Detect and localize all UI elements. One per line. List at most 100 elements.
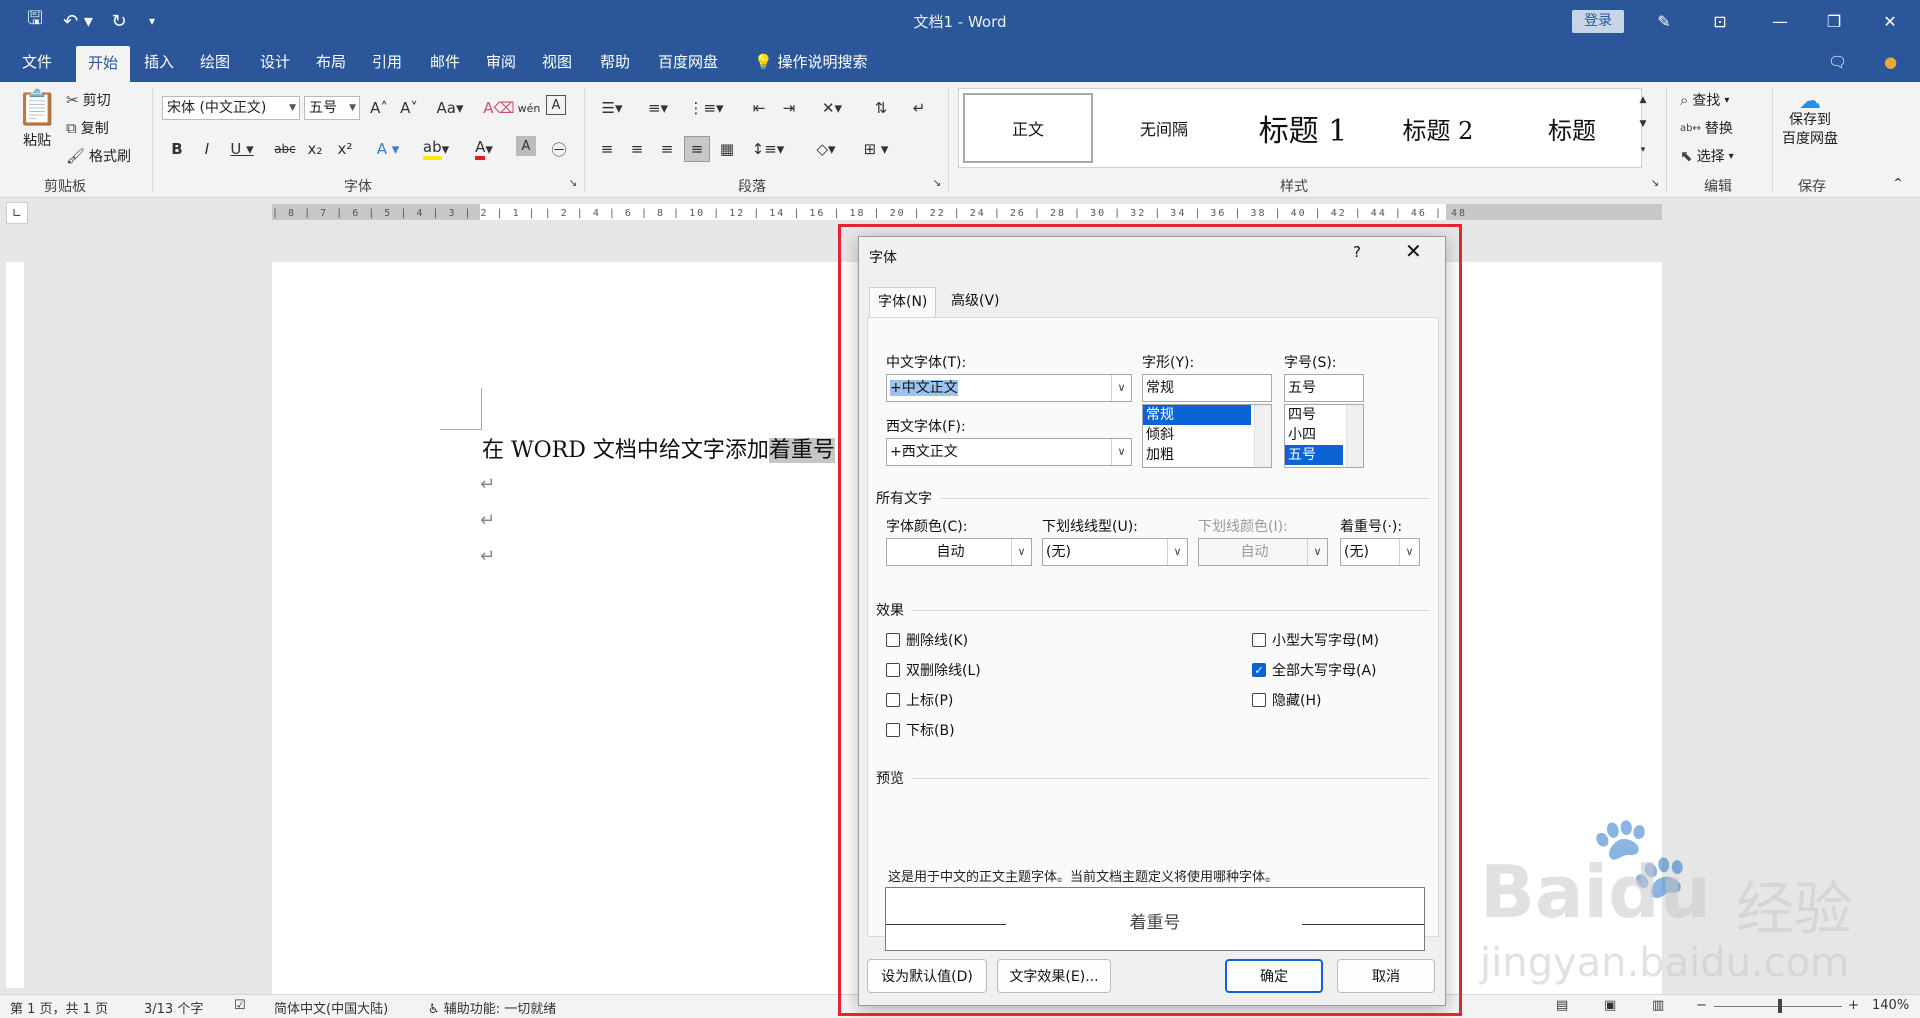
italic-icon[interactable]: I [194, 136, 220, 162]
checkbox-box[interactable] [886, 633, 900, 647]
print-layout-icon[interactable]: ▣ [1604, 998, 1616, 1013]
notification-dot-icon[interactable]: ● [1872, 42, 1909, 82]
font-style-option[interactable]: 倾斜 [1143, 425, 1271, 445]
close-icon[interactable]: ✕ [1405, 239, 1422, 263]
style-no-spacing[interactable]: 无间隔 [1099, 93, 1229, 163]
font-style-list[interactable]: 常规 倾斜 加粗 [1142, 404, 1272, 468]
change-case-icon[interactable]: Aa▾ [432, 95, 468, 121]
bold-icon[interactable]: B [164, 136, 190, 162]
tab-help[interactable]: 帮助 [588, 42, 642, 82]
tab-review[interactable]: 审阅 [474, 42, 528, 82]
zoom-out-icon[interactable]: − [1696, 998, 1707, 1013]
checkbox-box[interactable] [1252, 633, 1266, 647]
ribbon-display-options-icon[interactable]: ⊡ [1696, 0, 1744, 42]
login-button[interactable]: 登录 [1572, 10, 1624, 33]
hidden-checkbox[interactable]: 隐藏(H) [1252, 690, 1321, 710]
pen-icon[interactable]: ✎ [1640, 0, 1688, 42]
strikethrough-icon[interactable]: abc [272, 136, 298, 162]
text-effects-icon[interactable]: A ▾ [370, 136, 406, 162]
show-marks-icon[interactable]: ↵ [906, 95, 932, 121]
close-window-icon[interactable]: ✕ [1866, 0, 1914, 42]
checkbox-box[interactable] [886, 693, 900, 707]
language-indicator[interactable]: 简体中文(中国大陆) [274, 998, 388, 1017]
font-size-list[interactable]: 四号 小四 五号 [1284, 404, 1364, 468]
styles-scroll-down-icon[interactable]: ▼ [1636, 112, 1650, 136]
double-strikethrough-checkbox[interactable]: 双删除线(L) [886, 660, 981, 680]
paragraph-dialog-launcher-icon[interactable]: ↘ [930, 176, 944, 190]
checkbox-box[interactable] [886, 723, 900, 737]
character-border-icon[interactable]: A [546, 95, 566, 115]
chevron-down-icon[interactable]: ∨ [1167, 539, 1187, 565]
align-center-icon[interactable]: ≡ [624, 136, 650, 162]
word-count[interactable]: 3/13 个字 [144, 998, 203, 1017]
character-shading-icon[interactable]: A [516, 136, 536, 156]
tab-draw[interactable]: 绘图 [188, 42, 242, 82]
replace-button[interactable]: ab↔ 替换 [1680, 118, 1733, 138]
shading-icon[interactable]: ◇▾ [808, 136, 844, 162]
tab-view[interactable]: 视图 [530, 42, 584, 82]
style-normal[interactable]: 正文 [963, 93, 1093, 163]
superscript-icon[interactable]: x² [332, 136, 358, 162]
phonetic-guide-icon[interactable]: wén [516, 95, 542, 121]
restore-icon[interactable]: ❐ [1810, 0, 1858, 42]
checkbox-box[interactable] [1252, 693, 1266, 707]
sort-icon[interactable]: ⇅ [868, 95, 894, 121]
tab-layout[interactable]: 布局 [304, 42, 358, 82]
distributed-icon[interactable]: ▦ [714, 136, 740, 162]
tab-selector-icon[interactable]: ∟ [6, 202, 28, 224]
collapse-ribbon-icon[interactable]: ⌃ [1886, 174, 1910, 194]
borders-icon[interactable]: ⊞ ▾ [856, 136, 896, 162]
check-icon[interactable]: ✓ [1252, 663, 1266, 677]
scrollbar[interactable] [1254, 405, 1271, 467]
chinese-layout-icon[interactable]: ✕▾ [814, 95, 850, 121]
cut-button[interactable]: ✂ 剪切 [66, 90, 111, 110]
select-button[interactable]: ⬉ 选择 ▾ [1680, 146, 1734, 166]
format-painter-button[interactable]: 🖌 格式刷 [66, 146, 131, 166]
find-button[interactable]: ⌕ 查找 ▾ [1680, 90, 1729, 110]
strikethrough-checkbox[interactable]: 删除线(K) [886, 630, 968, 650]
vertical-ruler[interactable] [6, 262, 24, 988]
align-left-icon[interactable]: ≡ [594, 136, 620, 162]
cn-font-combo[interactable]: +中文正文 ∨ [886, 374, 1132, 402]
highlight-color-icon[interactable]: ab ▾ [416, 136, 456, 162]
zoom-slider-handle[interactable] [1778, 999, 1782, 1013]
align-right-icon[interactable]: ≡ [654, 136, 680, 162]
subscript-checkbox[interactable]: 下标(B) [886, 720, 955, 740]
enclose-characters-icon[interactable]: ㊀ [546, 136, 572, 162]
numbering-icon[interactable]: ≡▾ [640, 95, 676, 121]
proofing-icon[interactable]: ☑ [234, 998, 246, 1013]
west-font-combo[interactable]: +西文正文 ∨ [886, 438, 1132, 466]
clear-formatting-icon[interactable]: A⌫ [483, 95, 514, 121]
checkbox-box[interactable] [886, 663, 900, 677]
ok-button[interactable]: 确定 [1225, 959, 1323, 993]
comments-icon[interactable]: 🗨 [1816, 42, 1859, 82]
font-color-combo[interactable]: 自动 ∨ [886, 538, 1032, 566]
bullets-icon[interactable]: ☰▾ [594, 95, 630, 121]
tab-font[interactable]: 字体(N) [869, 287, 937, 317]
emphasis-mark-combo[interactable]: (无) ∨ [1340, 538, 1420, 566]
chevron-down-icon[interactable]: ∨ [1111, 375, 1131, 401]
subscript-icon[interactable]: x₂ [302, 136, 328, 162]
tell-me-search[interactable]: 💡 操作说明搜索 [742, 42, 879, 82]
tab-insert[interactable]: 插入 [132, 42, 186, 82]
tab-references[interactable]: 引用 [360, 42, 414, 82]
text-effects-button[interactable]: 文字效果(E)... [997, 959, 1111, 993]
style-heading-1[interactable]: 标题 1 [1233, 93, 1373, 163]
underline-icon[interactable]: U ▾ [224, 136, 260, 162]
all-caps-checkbox[interactable]: ✓ 全部大写字母(A) [1252, 660, 1377, 680]
zoom-in-icon[interactable]: + [1848, 998, 1859, 1013]
chevron-down-icon[interactable]: ∨ [1111, 439, 1131, 465]
font-style-option[interactable]: 加粗 [1143, 445, 1271, 465]
underline-style-combo[interactable]: (无) ∨ [1042, 538, 1188, 566]
font-size-option[interactable]: 五号 [1285, 445, 1343, 465]
cancel-button[interactable]: 取消 [1337, 959, 1435, 993]
copy-button[interactable]: ⧉ 复制 [66, 118, 109, 138]
superscript-checkbox[interactable]: 上标(P) [886, 690, 953, 710]
zoom-level[interactable]: 140% [1872, 998, 1909, 1013]
style-title[interactable]: 标题 [1507, 93, 1637, 163]
save-to-baidu-button[interactable]: ☁ 保存到 百度网盘 [1782, 91, 1838, 149]
font-size-input[interactable]: 五号 [1284, 374, 1364, 402]
read-mode-icon[interactable]: ▤ [1556, 998, 1568, 1013]
grow-font-icon[interactable]: A˄ [366, 95, 392, 121]
tab-design[interactable]: 设计 [248, 42, 302, 82]
